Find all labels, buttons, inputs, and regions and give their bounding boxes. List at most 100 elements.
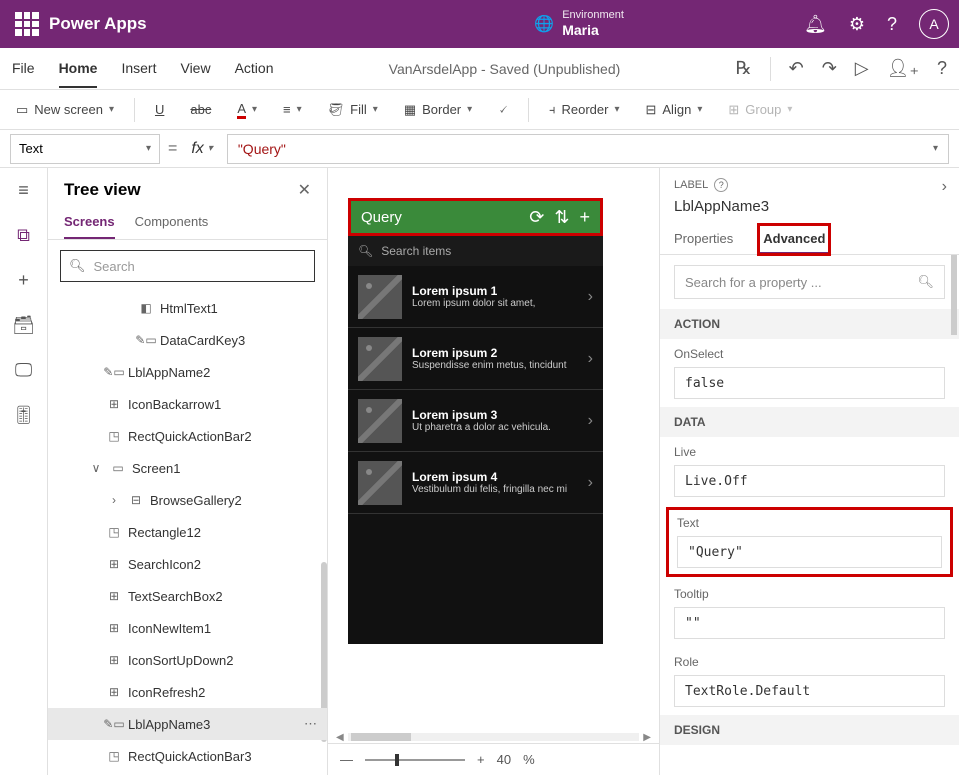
add-icon[interactable]: +	[579, 207, 590, 228]
share-icon[interactable]: 👤︎₊	[887, 58, 919, 79]
tree-item-searchicon2[interactable]: ⊞SearchIcon2	[48, 548, 327, 580]
canvas-viewport[interactable]: Query ⟳ ⇅ + 🔍︎ Search items Lorem ipsum …	[328, 168, 659, 731]
menu-home[interactable]: Home	[59, 50, 98, 88]
undo-icon[interactable]: ↶	[789, 58, 804, 79]
tree-item-iconrefresh2[interactable]: ⊞IconRefresh2	[48, 676, 327, 708]
gallery-item[interactable]: Lorem ipsum 3Ut pharetra a dolor ac vehi…	[348, 390, 603, 452]
avatar[interactable]: A	[919, 9, 949, 39]
underline-button[interactable]: U	[149, 98, 170, 121]
redo-icon[interactable]: ↷	[822, 58, 837, 79]
tab-properties[interactable]: Properties	[674, 225, 733, 254]
refresh-icon[interactable]: ⟳	[529, 207, 544, 228]
tree-item-rectangle12[interactable]: ◳Rectangle12	[48, 516, 327, 548]
phone-search-input[interactable]: 🔍︎ Search items	[348, 236, 603, 266]
align-button[interactable]: ⊟Align▾	[639, 98, 708, 122]
tree-item-rectquickactionbar2[interactable]: ◳RectQuickActionBar2	[48, 420, 327, 452]
field-role: Role TextRole.Default	[660, 647, 959, 715]
gallery-item[interactable]: Lorem ipsum 1Lorem ipsum dolor sit amet,…	[348, 266, 603, 328]
tooltip-input[interactable]: ""	[674, 607, 945, 639]
more-icon[interactable]: ⋯	[304, 716, 317, 732]
tree-item-screen1[interactable]: ∨▭Screen1	[48, 452, 327, 484]
tree-item-label: DataCardKey3	[160, 333, 245, 348]
tab-components[interactable]: Components	[135, 206, 209, 239]
hamburger-icon[interactable]: ≡	[18, 180, 29, 201]
zoom-in-button[interactable]: +	[477, 752, 485, 767]
tree-item-iconsortupdown2[interactable]: ⊞IconSortUpDown2	[48, 644, 327, 676]
menu-file[interactable]: File	[12, 50, 35, 88]
tree-item-lblappname2[interactable]: ✎▭LblAppName2	[48, 356, 327, 388]
tree-item-htmltext1[interactable]: ◧HtmlText1	[48, 292, 327, 324]
font-color-button[interactable]: A▾	[231, 97, 263, 123]
tree-view-icon[interactable]: ⧉	[17, 225, 30, 246]
settings-icon[interactable]: ⚙	[849, 14, 865, 35]
menu-action[interactable]: Action	[235, 50, 274, 88]
menu-insert[interactable]: Insert	[121, 50, 156, 88]
tree-search-input[interactable]: 🔍︎ Search	[60, 250, 315, 282]
notifications-icon[interactable]: 🔔︎	[804, 14, 827, 35]
role-input[interactable]: TextRole.Default	[674, 675, 945, 707]
section-data: DATA	[660, 407, 959, 437]
phone-preview[interactable]: Query ⟳ ⇅ + 🔍︎ Search items Lorem ipsum …	[348, 198, 603, 644]
paragraph-button[interactable]: ≡▾	[277, 98, 308, 121]
tab-advanced[interactable]: Advanced	[759, 225, 829, 254]
play-icon[interactable]: ▷	[855, 58, 869, 79]
phone-header[interactable]: Query ⟳ ⇅ +	[348, 198, 603, 236]
scrollbar-thumb[interactable]	[951, 255, 957, 335]
app-launcher-icon[interactable]	[15, 12, 39, 36]
item-thumbnail	[358, 337, 402, 381]
onselect-input[interactable]: false	[674, 367, 945, 399]
media-icon[interactable]: 🖵	[15, 360, 32, 381]
property-selector[interactable]: Text ▾	[10, 134, 160, 164]
tree-item-datacardkey3[interactable]: ✎▭DataCardKey3	[48, 324, 327, 356]
tree-item-textsearchbox2[interactable]: ⊞TextSearchBox2	[48, 580, 327, 612]
horizontal-scrollbar[interactable]: ◀ ▶	[328, 731, 659, 743]
chevron-right-icon: ›	[588, 474, 593, 492]
tree-item-browsegallery2[interactable]: ›⊟BrowseGallery2	[48, 484, 327, 516]
live-input[interactable]: Live.Off	[674, 465, 945, 497]
help-icon[interactable]: ?	[887, 14, 897, 35]
section-action: ACTION	[660, 309, 959, 339]
fx-label[interactable]: fx▾	[185, 140, 218, 158]
tab-screens[interactable]: Screens	[64, 206, 115, 239]
more-formatting-button[interactable]: 🗸	[492, 97, 514, 122]
environment-picker[interactable]: 🌐 Environment Maria	[534, 9, 624, 39]
close-icon[interactable]: ✕	[298, 180, 311, 200]
zoom-out-button[interactable]: —	[340, 752, 353, 767]
menu-view[interactable]: View	[180, 50, 210, 88]
chevron-right-icon: ›	[588, 288, 593, 306]
tree-item-lblappname3[interactable]: ✎▭LblAppName3⋯	[48, 708, 327, 740]
expander-icon[interactable]: ∨	[88, 460, 104, 476]
tree-list[interactable]: ◧HtmlText1✎▭DataCardKey3✎▭LblAppName2⊞Ic…	[48, 292, 327, 775]
tree-item-label: LblAppName3	[128, 717, 210, 732]
formula-input[interactable]: "Query" ▾	[227, 134, 949, 164]
sort-icon[interactable]: ⇅	[554, 207, 569, 228]
property-search-input[interactable]: Search for a property ... 🔍︎	[674, 265, 945, 299]
expander-icon[interactable]: ›	[106, 492, 122, 508]
gallery-item[interactable]: Lorem ipsum 4Vestibulum dui felis, fring…	[348, 452, 603, 514]
tree-item-iconnewitem1[interactable]: ⊞IconNewItem1	[48, 612, 327, 644]
new-screen-button[interactable]: ▭ New screen ▾	[10, 98, 120, 122]
expand-panel-icon[interactable]: ›	[942, 178, 947, 196]
data-icon[interactable]: 🗃︎	[12, 315, 35, 336]
reorder-button[interactable]: ⫞Reorder▾	[543, 98, 626, 122]
info-icon[interactable]: ?	[714, 178, 728, 192]
border-button[interactable]: ▦Border▾	[398, 98, 478, 122]
section-design: DESIGN	[660, 715, 959, 745]
insert-icon[interactable]: +	[18, 270, 29, 291]
gallery-item[interactable]: Lorem ipsum 2Suspendisse enim metus, tin…	[348, 328, 603, 390]
tools-icon[interactable]: 🎚︎	[12, 405, 35, 426]
zoom-slider[interactable]	[365, 759, 465, 761]
phone-title-label[interactable]: Query	[361, 209, 519, 226]
menu-bar: File Home Insert View Action VanArsdelAp…	[0, 48, 959, 90]
item-subtitle: Lorem ipsum dolor sit amet,	[412, 298, 578, 309]
fill-button[interactable]: 🪣︎Fill▾	[322, 98, 384, 122]
app-checker-icon[interactable]: ℞	[735, 58, 751, 79]
control-type-icon: ◳	[106, 524, 122, 540]
tree-item-label: Screen1	[132, 461, 180, 476]
text-input[interactable]: "Query"	[677, 536, 942, 568]
tree-item-iconbackarrow1[interactable]: ⊞IconBackarrow1	[48, 388, 327, 420]
chevron-down-icon: ▾	[146, 143, 151, 154]
strikethrough-button[interactable]: abc	[184, 98, 217, 121]
tree-item-rectquickactionbar3[interactable]: ◳RectQuickActionBar3	[48, 740, 327, 772]
help-menu-icon[interactable]: ?	[937, 58, 947, 79]
